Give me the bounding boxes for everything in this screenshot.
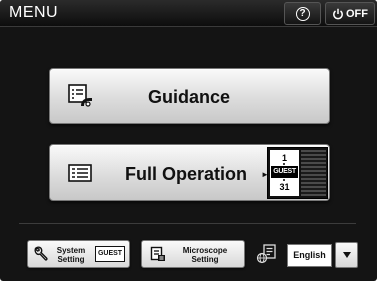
user-list: 1 GUEST 31	[270, 150, 299, 196]
off-label: OFF	[346, 7, 368, 20]
power-off-button[interactable]: OFF	[325, 2, 375, 25]
globe-document-icon	[256, 244, 276, 264]
guest-badge: GUEST	[95, 246, 125, 262]
list-document-icon	[68, 164, 92, 182]
menu-screen: MENU ? OFF Guidance Full Operation ► 1 G…	[0, 0, 377, 281]
ellipsis-dot	[283, 179, 285, 181]
divider	[19, 223, 356, 224]
microscope-icon	[150, 246, 165, 261]
triangle-down-icon	[342, 252, 351, 258]
ellipsis-dot	[283, 163, 285, 165]
full-operation-label: Full Operation	[125, 164, 248, 184]
guidance-document-icon	[68, 84, 92, 107]
question-circle-icon: ?	[295, 6, 310, 21]
language-select-value[interactable]: English	[287, 244, 332, 267]
page-title: MENU	[9, 4, 59, 21]
language-dropdown-button[interactable]	[335, 242, 358, 268]
full-operation-button[interactable]: Full Operation ► 1 GUEST 31	[49, 144, 330, 201]
user-selector[interactable]: 1 GUEST 31	[267, 147, 328, 199]
top-bar: MENU ? OFF	[0, 0, 377, 27]
microscope-setting-button[interactable]: Microscope Setting	[141, 240, 245, 268]
microscope-setting-label: Microscope Setting	[182, 246, 228, 264]
system-setting-label: System Setting	[56, 246, 86, 264]
guidance-label: Guidance	[148, 87, 231, 107]
power-icon	[333, 8, 343, 19]
guidance-button[interactable]: Guidance	[49, 68, 330, 124]
wrench-icon	[34, 246, 48, 261]
help-button[interactable]: ?	[284, 2, 321, 25]
user-number-bottom: 31	[279, 182, 290, 192]
user-number-top: 1	[281, 153, 287, 163]
user-selected: GUEST	[271, 166, 298, 178]
system-setting-button[interactable]: System Setting GUEST	[27, 240, 130, 268]
user-scroll-strip[interactable]	[301, 150, 326, 196]
